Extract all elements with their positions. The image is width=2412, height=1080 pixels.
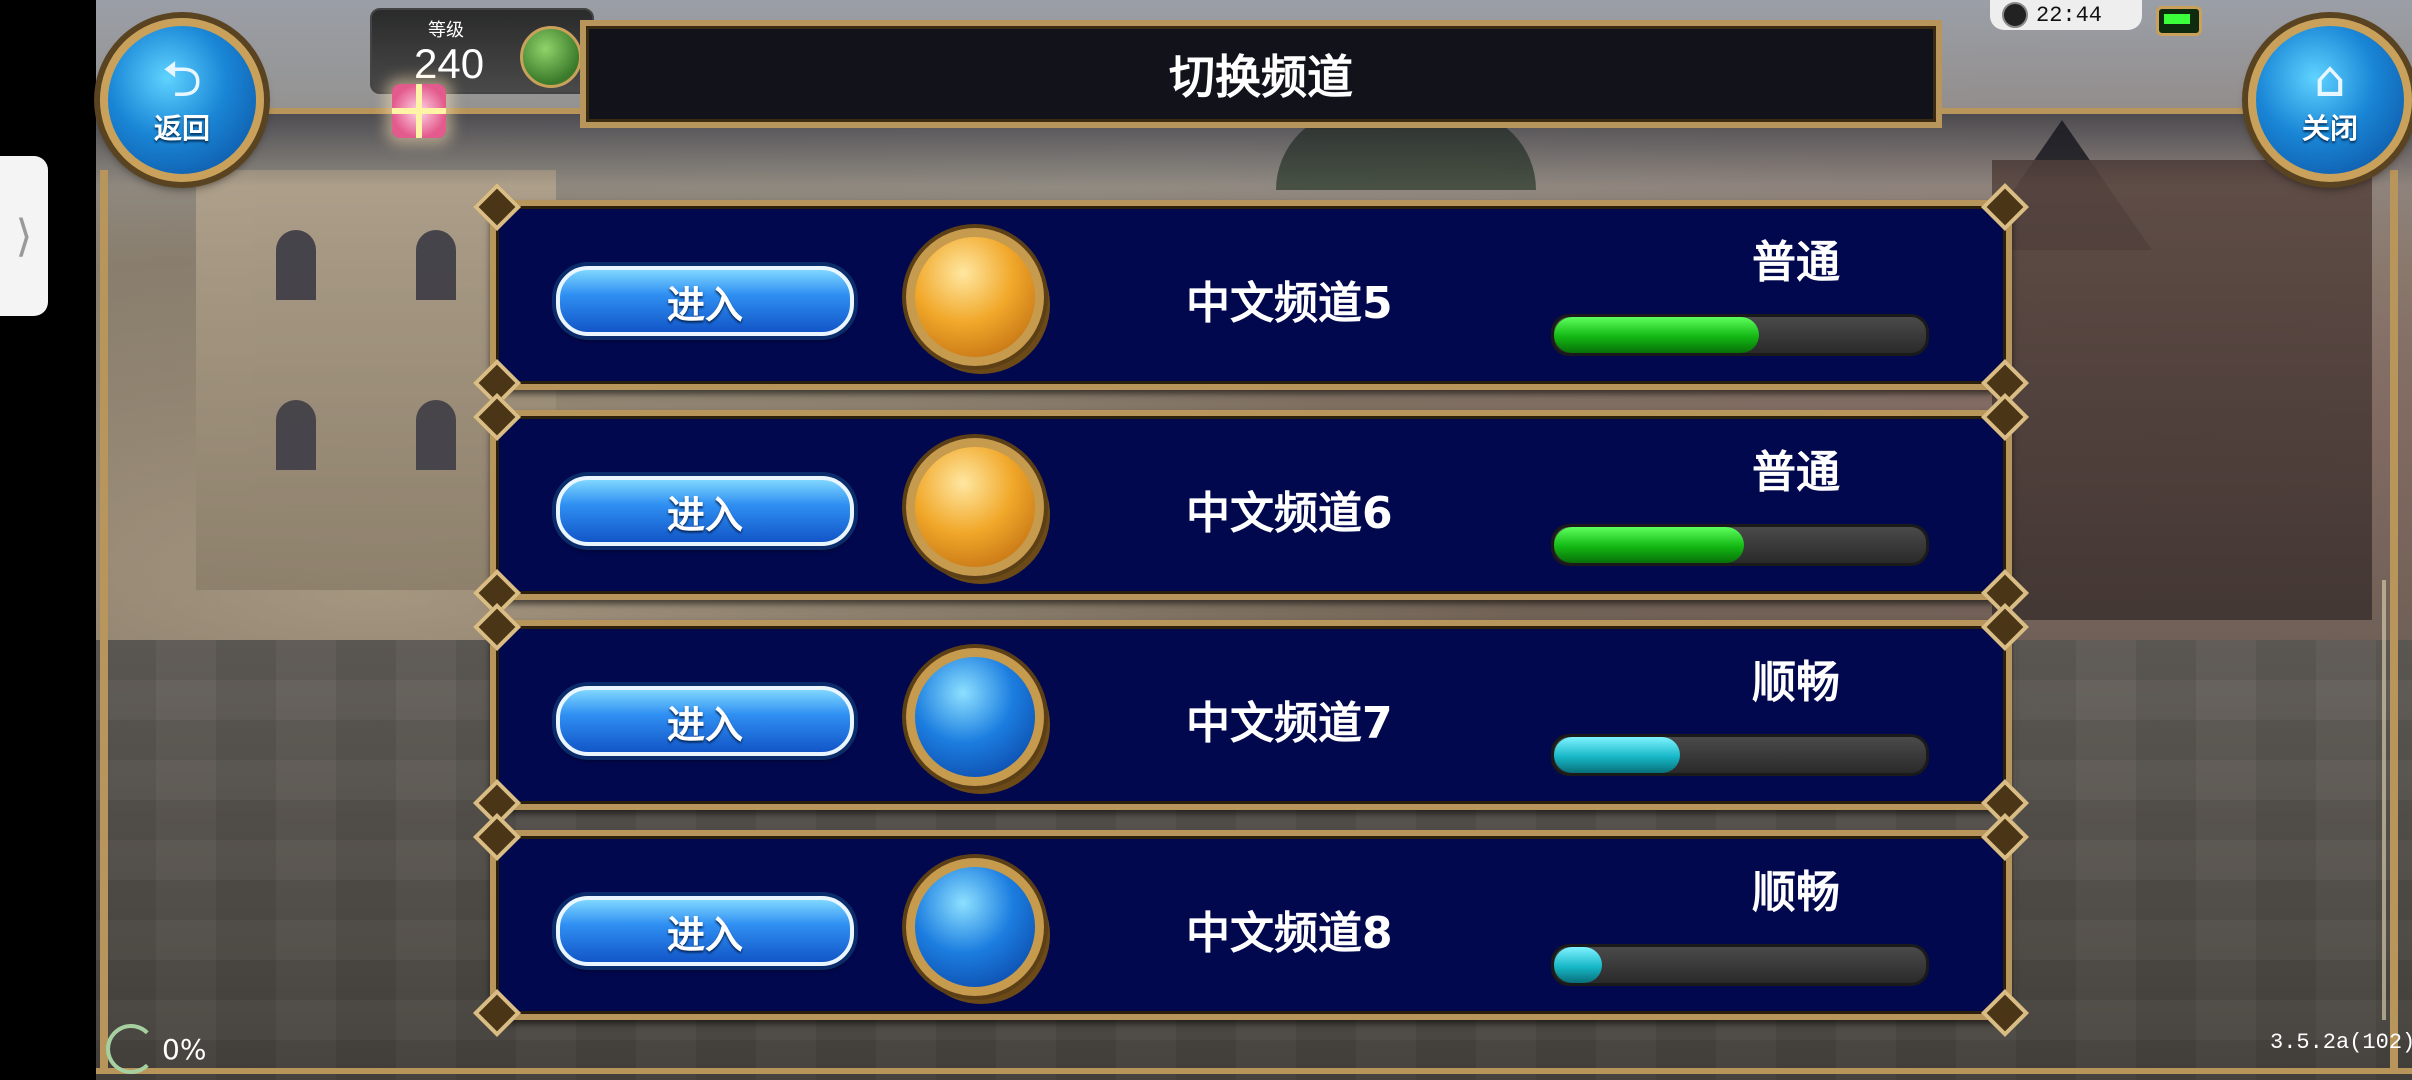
enter-button[interactable]: 进入 <box>556 686 854 756</box>
frame-left <box>100 170 108 1070</box>
channel-status-orb-icon <box>906 438 1044 576</box>
close-button-label: 关闭 <box>2301 112 2358 145</box>
frame-bottom <box>96 1068 2412 1074</box>
channel-load-bar <box>1551 944 1929 986</box>
battery-icon <box>2156 6 2202 36</box>
frame-right <box>2390 170 2398 1070</box>
potion-icon[interactable] <box>520 26 582 88</box>
channel-name: 中文频道8 <box>1186 908 1393 959</box>
channel-load-fill <box>1554 737 1681 773</box>
channel-row: 进入 中文频道7 顺畅 <box>472 602 2030 828</box>
close-button[interactable]: ⌂ 关闭 <box>2248 18 2412 182</box>
channel-row: 进入 中文频道5 普通 <box>472 182 2030 408</box>
channel-status: 顺畅 <box>1752 867 1840 918</box>
network-value: 0% <box>162 1032 207 1066</box>
gift-icon[interactable] <box>392 84 446 138</box>
version-label: 3.5.2a(102) <box>2270 1030 2412 1055</box>
enter-button[interactable]: 进入 <box>556 266 854 336</box>
page-title: 切换频道 <box>1169 50 1353 104</box>
clock-icon <box>2002 2 2028 28</box>
background-building-right <box>1992 160 2372 620</box>
channel-load-bar <box>1551 314 1929 356</box>
channel-status: 普通 <box>1752 447 1840 498</box>
home-icon: ⌂ <box>2314 50 2346 108</box>
chevron-right-icon: ⟩ <box>15 210 33 262</box>
channel-status-orb-icon <box>906 858 1044 996</box>
channel-name: 中文频道5 <box>1186 278 1393 329</box>
channel-load-fill <box>1554 947 1603 983</box>
channel-load-bar <box>1551 734 1929 776</box>
channel-list: 进入 中文频道5 普通 进入 中文频道6 普通 进入 中文频道7 顺畅 进入 中… <box>472 182 2030 1038</box>
side-panel-handle[interactable]: ⟩ <box>0 156 48 316</box>
back-button[interactable]: ⮌ 返回 <box>100 18 264 182</box>
title-bar: 切换频道 <box>580 20 1942 128</box>
enter-button[interactable]: 进入 <box>556 896 854 966</box>
clock-time: 22:44 <box>2036 2 2103 28</box>
channel-load-bar <box>1551 524 1929 566</box>
back-button-label: 返回 <box>153 112 210 145</box>
network-indicator: 0% <box>106 1024 206 1074</box>
channel-status-orb-icon <box>906 648 1044 786</box>
channel-load-fill <box>1554 317 1759 353</box>
channel-status-orb-icon <box>906 228 1044 366</box>
channel-row: 进入 中文频道8 顺畅 <box>472 812 2030 1038</box>
channel-status: 顺畅 <box>1752 657 1840 708</box>
enter-button[interactable]: 进入 <box>556 476 854 546</box>
clock: 22:44 <box>1990 0 2142 30</box>
level-value: 240 <box>414 40 485 87</box>
scrollbar[interactable] <box>2382 580 2386 1020</box>
back-arrow-icon: ⮌ <box>161 50 203 108</box>
level-label: 等级 <box>428 20 464 41</box>
channel-load-fill <box>1554 527 1744 563</box>
network-icon <box>106 1024 156 1074</box>
channel-name: 中文频道6 <box>1186 488 1393 539</box>
channel-name: 中文频道7 <box>1186 698 1393 749</box>
channel-status: 普通 <box>1752 237 1840 288</box>
channel-row: 进入 中文频道6 普通 <box>472 392 2030 618</box>
level-badge: 等级 240 <box>370 8 594 94</box>
